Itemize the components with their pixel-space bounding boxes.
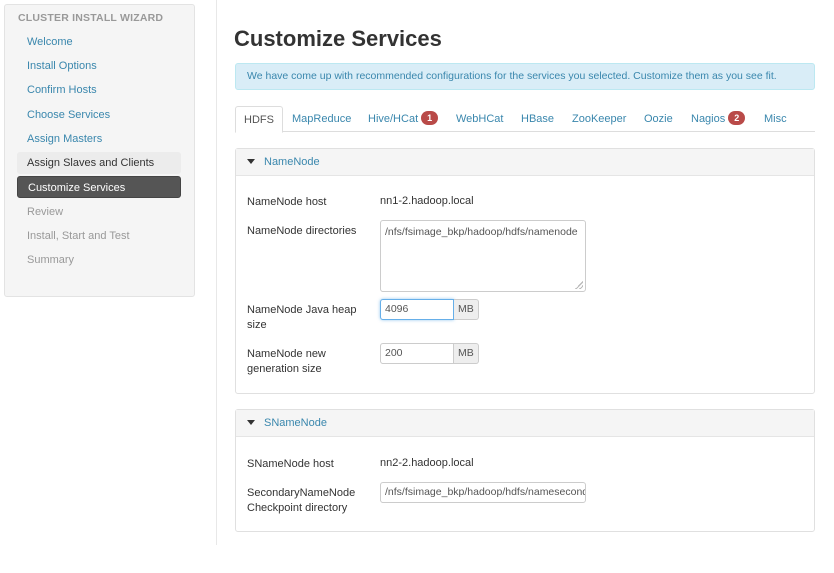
namenode-newgen-label: NameNode new generation size (247, 348, 326, 375)
tab-nagios[interactable]: Nagios 2 (691, 106, 746, 132)
tab-zookeeper[interactable]: ZooKeeper (572, 106, 626, 132)
tab-hdfs[interactable]: HDFS (235, 106, 283, 133)
nav-item-welcome[interactable]: Welcome (17, 31, 181, 53)
snamenode-host-value: nn2-2.hadoop.local (380, 457, 474, 469)
tab-label: Hive/HCat (368, 113, 419, 125)
namenode-panel-toggle[interactable]: NameNode (236, 149, 814, 176)
panel-heading-label: NameNode (264, 156, 320, 168)
checkpoint-dir-label: SecondaryNameNode Checkpoint directory (247, 487, 356, 514)
namenode-panel: NameNode NameNode host nn1-2.hadoop.loca… (235, 148, 815, 394)
nav-item-assign-masters[interactable]: Assign Masters (17, 128, 181, 150)
tab-webhcat[interactable]: WebHCat (456, 106, 503, 132)
namenode-heap-label: NameNode Java heap size (247, 304, 357, 331)
namenode-dirs-label: NameNode directories (247, 225, 357, 237)
alert-count-badge: 1 (421, 111, 439, 126)
tab-oozie[interactable]: Oozie (644, 106, 673, 132)
info-alert: We have come up with recommended configu… (235, 63, 815, 90)
alert-count-badge: 2 (728, 111, 746, 126)
tab-label: Nagios (691, 113, 726, 125)
namenode-host-label: NameNode host (247, 196, 327, 208)
nav-item-choose-services[interactable]: Choose Services (17, 104, 181, 126)
nav-item-confirm-hosts[interactable]: Confirm Hosts (17, 79, 181, 101)
nav-item-install-options[interactable]: Install Options (17, 55, 181, 77)
tab-label: MapReduce (292, 113, 352, 125)
caret-down-icon (247, 419, 255, 425)
tab-label: WebHCat (456, 113, 504, 125)
nav-item-customize-services[interactable]: Customize Services (17, 176, 181, 198)
sidebar-header: CLUSTER INSTALL WIZARD (18, 12, 164, 24)
nav-item-install-start-test: Install, Start and Test (27, 230, 130, 242)
namenode-dirs-textarea[interactable]: /nfs/fsimage_bkp/hadoop/hdfs/namenode (380, 220, 586, 292)
tab-label: ZooKeeper (572, 113, 627, 125)
tab-mapreduce[interactable]: MapReduce (292, 106, 351, 132)
tab-hbase[interactable]: HBase (521, 106, 554, 132)
namenode-host-value: nn1-2.hadoop.local (380, 195, 474, 207)
snamenode-panel: SNameNode SNameNode host nn2-2.hadoop.lo… (235, 409, 815, 532)
content-divider (216, 0, 217, 545)
tab-label: HBase (521, 113, 555, 125)
page-title: Customize Services (234, 26, 442, 51)
nav-item-summary: Summary (27, 254, 75, 266)
nav-item-assign-slaves[interactable]: Assign Slaves and Clients (17, 152, 181, 174)
snamenode-host-label: SNameNode host (247, 458, 334, 470)
snamenode-panel-toggle[interactable]: SNameNode (236, 410, 814, 437)
nav-item-review: Review (27, 206, 64, 218)
checkpoint-dir-input[interactable]: /nfs/fsimage_bkp/hadoop/hdfs/nameseconda… (380, 482, 586, 503)
tab-misc[interactable]: Misc (764, 106, 787, 132)
tab-label: Misc (764, 113, 787, 125)
textarea-value: /nfs/fsimage_bkp/hadoop/hdfs/namenode (385, 226, 578, 238)
namenode-newgen-input[interactable]: 200 (380, 343, 454, 364)
caret-down-icon (247, 158, 255, 164)
wizard-sidebar: CLUSTER INSTALL WIZARD Welcome Install O… (4, 4, 195, 297)
tab-label: HDFS (244, 114, 274, 126)
panel-heading-label: SNameNode (264, 417, 327, 429)
service-tabs: HDFS MapReduce Hive/HCat 1 WebHCat HBase … (235, 106, 815, 133)
tab-hive-hcat[interactable]: Hive/HCat 1 (368, 106, 439, 132)
tab-label: Oozie (644, 113, 673, 125)
namenode-heap-input[interactable]: 4096 (380, 299, 454, 320)
resize-handle-icon[interactable] (575, 281, 583, 289)
heap-unit-addon: MB (454, 299, 479, 320)
newgen-unit-addon: MB (454, 343, 479, 364)
